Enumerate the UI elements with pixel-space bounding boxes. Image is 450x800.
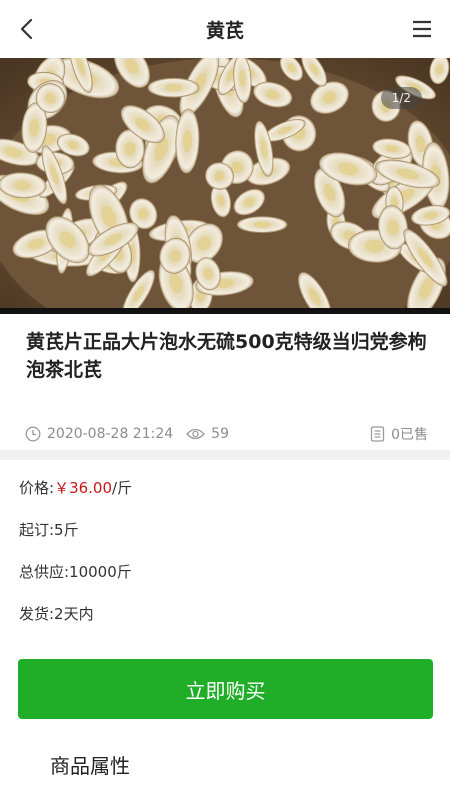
- view-count-text: 59: [211, 426, 229, 442]
- top-navbar: 黄芪: [0, 0, 450, 58]
- price-value: ￥36.00: [54, 479, 113, 497]
- section-divider: [0, 450, 450, 460]
- product-title-block: 黄芪片正品大片泡水无硫500克特级当归党参枸泡茶北芪: [0, 314, 450, 410]
- product-meta-row: 2020-08-28 21:24 59 0已售: [0, 418, 450, 450]
- root-slice-core: [253, 221, 271, 228]
- post-date: 2020-08-28 21:24: [25, 426, 173, 442]
- product-attributes-title: 商品属性: [50, 754, 130, 778]
- eye-icon: [186, 428, 206, 440]
- menu-button[interactable]: [410, 17, 434, 41]
- price-row: 价格:￥36.00/斤: [19, 477, 132, 498]
- image-counter-badge: 1/2: [380, 87, 422, 109]
- product-image-gallery[interactable]: 1/2: [0, 58, 450, 314]
- price-label: 价格:: [19, 479, 55, 497]
- buy-now-button[interactable]: 立即购买: [18, 659, 433, 719]
- chevron-left-icon: [20, 18, 33, 40]
- min-order-row: 起订:5斤: [19, 521, 79, 539]
- receipt-icon: [370, 426, 385, 442]
- clock-icon: [25, 426, 41, 442]
- shipping-row: 发货:2天内: [19, 605, 94, 623]
- supply-row: 总供应:10000斤: [19, 563, 132, 581]
- page-title: 黄芪: [205, 19, 244, 42]
- price-unit: /斤: [112, 479, 133, 497]
- hamburger-menu-icon: [413, 20, 431, 38]
- root-slice-core: [164, 83, 183, 92]
- view-count: 59: [186, 426, 229, 442]
- back-button[interactable]: [12, 14, 40, 44]
- product-title: 黄芪片正品大片泡水无硫500克特级当归党参枸泡茶北芪: [26, 331, 427, 381]
- post-date-text: 2020-08-28 21:24: [47, 426, 174, 442]
- sold-count-text: 0已售: [391, 427, 428, 443]
- sold-count: 0已售: [370, 424, 428, 444]
